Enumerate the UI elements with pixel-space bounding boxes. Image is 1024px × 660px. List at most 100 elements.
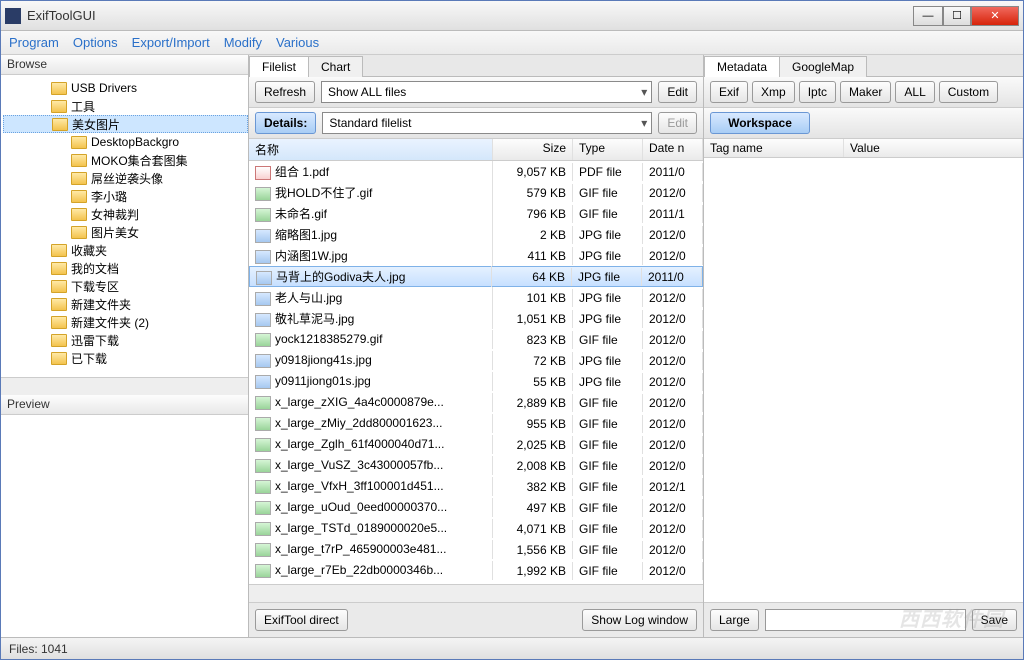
menu-modify[interactable]: Modify [224,35,262,50]
meta-exif-button[interactable]: Exif [710,81,748,103]
file-type: GIF file [573,184,643,202]
tab-filelist[interactable]: Filelist [249,56,309,77]
workspace-button[interactable]: Workspace [710,112,810,134]
file-size: 4,071 KB [493,520,573,538]
preview-panel-header: Preview [1,395,248,415]
file-size: 1,556 KB [493,541,573,559]
file-type: JPG file [573,352,643,370]
tree-item[interactable]: 工具 [3,97,248,115]
tab-metadata[interactable]: Metadata [704,56,780,77]
metadata-body [704,158,1023,602]
meta-col-tag[interactable]: Tag name [704,139,844,157]
tree-item[interactable]: 女神裁判 [3,205,248,223]
folder-icon [51,244,67,257]
tree-item[interactable]: 已下载 [3,349,248,367]
file-size: 955 KB [493,415,573,433]
folder-icon [51,352,67,365]
tree-item[interactable]: 李小璐 [3,187,248,205]
tree-item[interactable]: 迅雷下载 [3,331,248,349]
file-row[interactable]: 组合 1.pdf9,057 KBPDF file2011/0 [249,161,703,182]
filelist-scrollbar[interactable] [249,584,703,602]
file-name: x_large_VfxH_3ff100001d451... [275,479,444,493]
meta-xmp-button[interactable]: Xmp [752,81,795,103]
show-log-button[interactable]: Show Log window [582,609,697,631]
file-date: 2012/0 [643,226,703,244]
file-row[interactable]: x_large_r7Eb_22db0000346b...1,992 KBGIF … [249,560,703,581]
file-row[interactable]: x_large_t7rP_465900003e481...1,556 KBGIF… [249,539,703,560]
folder-icon [71,208,87,221]
file-row[interactable]: 我HOLD不住了.gif579 KBGIF file2012/0 [249,182,703,203]
tree-item[interactable]: 图片美女 [3,223,248,241]
folder-tree[interactable]: USB Drivers工具美女图片DesktopBackgroMOKO集合套图集… [1,75,248,377]
tree-item[interactable]: DesktopBackgro [3,133,248,151]
file-row[interactable]: 老人与山.jpg101 KBJPG file2012/0 [249,287,703,308]
col-name-header[interactable]: 名称 [249,139,493,160]
meta-all-button[interactable]: ALL [895,81,934,103]
meta-custom-button[interactable]: Custom [939,81,998,103]
file-list-header[interactable]: 名称 Size Type Date n [249,139,703,161]
menu-program[interactable]: Program [9,35,59,50]
col-date-header[interactable]: Date n [643,139,703,160]
file-size: 796 KB [493,205,573,223]
details-button[interactable]: Details: [255,112,316,134]
col-type-header[interactable]: Type [573,139,643,160]
file-row[interactable]: 敬礼草泥马.jpg1,051 KBJPG file2012/0 [249,308,703,329]
jpg-icon [255,375,271,389]
tree-item[interactable]: USB Drivers [3,79,248,97]
tree-item[interactable]: MOKO集合套图集 [3,151,248,169]
file-list[interactable]: 名称 Size Type Date n 组合 1.pdf9,057 KBPDF … [249,139,703,584]
folder-icon [71,226,87,239]
col-size-header[interactable]: Size [493,139,573,160]
tree-item[interactable]: 下载专区 [3,277,248,295]
file-row[interactable]: x_large_TSTd_0189000020e5...4,071 KBGIF … [249,518,703,539]
file-row[interactable]: x_large_zXIG_4a4c0000879e...2,889 KBGIF … [249,392,703,413]
menu-options[interactable]: Options [73,35,118,50]
meta-iptc-button[interactable]: Iptc [799,81,836,103]
close-button[interactable]: ✕ [971,6,1019,26]
file-date: 2012/0 [643,373,703,391]
file-row[interactable]: 马背上的Godiva夫人.jpg64 KBJPG file2011/0 [249,266,703,287]
tree-item[interactable]: 我的文档 [3,259,248,277]
tree-item[interactable]: 美女图片 [3,115,248,133]
file-name: x_large_VuSZ_3c43000057fb... [275,458,443,472]
exiftool-direct-button[interactable]: ExifTool direct [255,609,348,631]
tree-scrollbar[interactable] [1,377,248,395]
tree-item-label: 美女图片 [72,116,120,133]
edit-details-button: Edit [658,112,697,134]
menu-various[interactable]: Various [276,35,319,50]
file-row[interactable]: 缩略图1.jpg2 KBJPG file2012/0 [249,224,703,245]
file-row[interactable]: 未命名.gif796 KBGIF file2011/1 [249,203,703,224]
tree-item-label: 屌丝逆袭头像 [91,170,163,187]
file-row[interactable]: 内涵图1W.jpg411 KBJPG file2012/0 [249,245,703,266]
menu-exportimport[interactable]: Export/Import [132,35,210,50]
tree-item[interactable]: 新建文件夹 (2) [3,313,248,331]
tree-item[interactable]: 收藏夹 [3,241,248,259]
statusbar: Files: 1041 [1,637,1023,659]
maximize-button[interactable]: ☐ [943,6,971,26]
file-date: 2012/0 [643,562,703,580]
file-row[interactable]: yock1218385279.gif823 KBGIF file2012/0 [249,329,703,350]
file-name: yock1218385279.gif [275,332,382,346]
tree-item[interactable]: 屌丝逆袭头像 [3,169,248,187]
file-row[interactable]: y0911jiong01s.jpg55 KBJPG file2012/0 [249,371,703,392]
file-size: 101 KB [493,289,573,307]
file-row[interactable]: x_large_VuSZ_3c43000057fb...2,008 KBGIF … [249,455,703,476]
tree-item[interactable]: 新建文件夹 [3,295,248,313]
tab-chart[interactable]: Chart [308,56,363,77]
edit-filter-button[interactable]: Edit [658,81,697,103]
details-combo[interactable]: Standard filelist [322,112,652,134]
file-size: 9,057 KB [493,163,573,181]
file-row[interactable]: y0918jiong41s.jpg72 KBJPG file2012/0 [249,350,703,371]
meta-maker-button[interactable]: Maker [840,81,891,103]
refresh-button[interactable]: Refresh [255,81,315,103]
file-row[interactable]: x_large_uOud_0eed00000370...497 KBGIF fi… [249,497,703,518]
file-size: 823 KB [493,331,573,349]
file-row[interactable]: x_large_VfxH_3ff100001d451...382 KBGIF f… [249,476,703,497]
meta-col-value[interactable]: Value [844,139,1023,157]
filter-combo[interactable]: Show ALL files [321,81,652,103]
file-row[interactable]: x_large_Zglh_61f4000040d71...2,025 KBGIF… [249,434,703,455]
file-row[interactable]: x_large_zMiy_2dd800001623...955 KBGIF fi… [249,413,703,434]
minimize-button[interactable]: — [913,6,943,26]
tab-googlemap[interactable]: GoogleMap [779,56,867,77]
large-button[interactable]: Large [710,609,759,631]
